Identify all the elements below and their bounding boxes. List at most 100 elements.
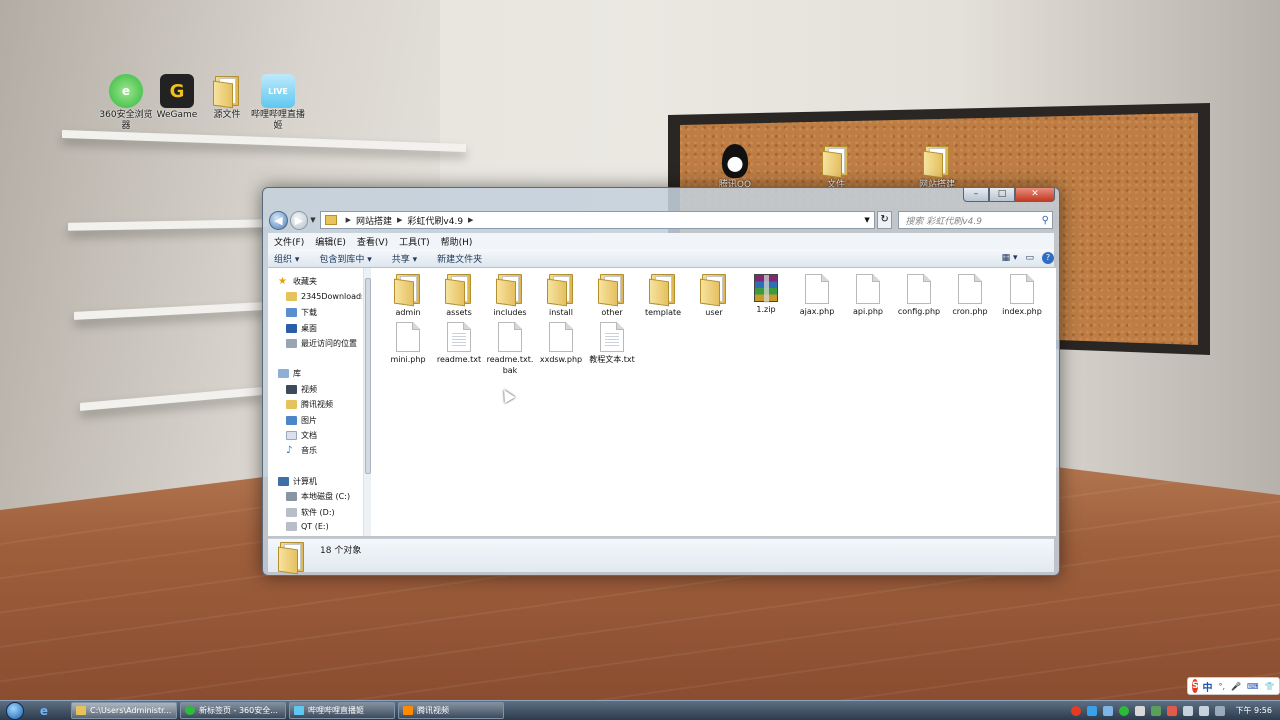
- nav-item-documents[interactable]: 文档: [286, 430, 317, 441]
- nav-item-videos[interactable]: 视频: [286, 384, 317, 395]
- taskbar-item-explorer[interactable]: C:\Users\Administr...: [71, 702, 177, 719]
- desktop-icon-bilibili-live[interactable]: LIVE 哔哩哔哩直播姬: [248, 74, 308, 132]
- file-item[interactable]: readme.txt: [434, 322, 484, 365]
- nav-item-downloads[interactable]: 下载: [286, 307, 317, 318]
- breadcrumb-separator[interactable]: ▶: [468, 216, 473, 224]
- sogou-logo-icon[interactable]: S: [1192, 679, 1199, 693]
- nav-item-music[interactable]: ♪ 音乐: [286, 445, 317, 456]
- recent-pages-dropdown[interactable]: ▼: [310, 216, 315, 224]
- folder-item[interactable]: template: [638, 274, 688, 318]
- taskbar-clock[interactable]: 下午 9:56: [1235, 705, 1272, 716]
- breadcrumb-item[interactable]: 网站搭建: [356, 214, 392, 227]
- menu-help[interactable]: 帮助(H): [441, 235, 473, 248]
- nav-pane-scrollbar[interactable]: [363, 268, 371, 536]
- folder-item[interactable]: assets: [434, 274, 484, 318]
- generic-file-icon: [792, 274, 842, 304]
- music-library-icon: ♪: [286, 445, 293, 456]
- nav-item-desktop[interactable]: 桌面: [286, 323, 317, 334]
- file-item[interactable]: readme.txt.bak: [485, 322, 535, 376]
- breadcrumb-separator[interactable]: ▶: [346, 216, 351, 224]
- nav-item-downloads-2345[interactable]: 2345Downloads: [286, 292, 362, 301]
- network-icon[interactable]: [1183, 705, 1194, 716]
- forward-button[interactable]: ▶: [289, 210, 309, 230]
- ime-voice-icon[interactable]: 🎤: [1231, 682, 1241, 691]
- folder-item[interactable]: admin: [383, 274, 433, 318]
- nav-libraries-header[interactable]: 库: [278, 368, 301, 379]
- nav-item-tencent-video[interactable]: 腾讯视频: [286, 399, 333, 410]
- organize-button[interactable]: 组织 ▾: [274, 252, 299, 265]
- nav-computer-header[interactable]: 计算机: [278, 476, 317, 487]
- ime-language-toggle[interactable]: 中: [1202, 679, 1212, 694]
- system-drive-icon: [286, 492, 297, 501]
- nav-item-pictures[interactable]: 图片: [286, 415, 317, 426]
- folder-item[interactable]: other: [587, 274, 637, 318]
- tray-app-icon[interactable]: [1103, 705, 1114, 716]
- ime-punctuation-icon[interactable]: °,: [1218, 682, 1225, 691]
- taskbar-item-bilibili-live[interactable]: 哔哩哔哩直播姬: [289, 702, 395, 719]
- desktop-icon-file-folder[interactable]: 文件: [806, 144, 866, 191]
- folder-item[interactable]: user: [689, 274, 739, 318]
- menu-file[interactable]: 文件(F): [274, 235, 304, 248]
- folder-icon: [485, 274, 535, 307]
- start-button[interactable]: [0, 701, 30, 720]
- file-item[interactable]: index.php: [997, 274, 1047, 317]
- volume-icon[interactable]: [1199, 705, 1210, 716]
- taskbar-item-label: 哔哩哔哩直播姬: [308, 706, 364, 715]
- nav-item-drive-d[interactable]: 软件 (D:): [286, 507, 335, 518]
- ime-keyboard-icon[interactable]: ⌨: [1247, 682, 1259, 691]
- search-input[interactable]: 搜索 彩虹代刷v4.9 ⚲: [898, 211, 1053, 229]
- help-icon[interactable]: ?: [1042, 252, 1054, 264]
- share-button[interactable]: 共享 ▾: [392, 252, 417, 265]
- file-item[interactable]: 教程文本.txt: [587, 322, 637, 365]
- menu-tools[interactable]: 工具(T): [399, 235, 430, 248]
- view-options-icon[interactable]: ▦ ▾: [1002, 253, 1018, 263]
- include-in-library-button[interactable]: 包含到库中 ▾: [319, 252, 371, 265]
- tray-app-icon[interactable]: [1167, 705, 1178, 716]
- nav-item-recent-places[interactable]: 最近访问的位置: [286, 338, 357, 349]
- file-item[interactable]: xxdsw.php: [536, 322, 586, 365]
- nav-item-drive-c[interactable]: 本地磁盘 (C:): [286, 491, 350, 502]
- tray-app-icon[interactable]: [1215, 705, 1226, 716]
- qq-penguin-icon: [722, 144, 748, 178]
- breadcrumb-separator[interactable]: ▶: [397, 216, 402, 224]
- qq-tray-icon[interactable]: [1087, 705, 1098, 716]
- file-item[interactable]: cron.php: [945, 274, 995, 317]
- drive-icon: [286, 522, 297, 531]
- file-item[interactable]: 1.zip: [741, 274, 791, 315]
- folder-icon: [286, 400, 297, 409]
- menu-view[interactable]: 查看(V): [357, 235, 388, 248]
- minimize-button[interactable]: –: [963, 188, 989, 202]
- folder-item[interactable]: install: [536, 274, 586, 318]
- search-icon[interactable]: ⚲: [1042, 215, 1049, 226]
- folder-item[interactable]: includes: [485, 274, 535, 318]
- nav-item-drive-e[interactable]: QT (E:): [286, 522, 329, 531]
- nav-favorites-header[interactable]: ★ 收藏夹: [278, 276, 317, 287]
- file-item[interactable]: config.php: [894, 274, 944, 317]
- address-bar[interactable]: ▶ 网站搭建 ▶ 彩虹代刷v4.9 ▶ ▼: [319, 211, 875, 229]
- file-item[interactable]: ajax.php: [792, 274, 842, 317]
- folder-icon: [920, 144, 954, 178]
- ime-skin-icon[interactable]: 👕: [1265, 682, 1275, 691]
- new-folder-button[interactable]: 新建文件夹: [437, 252, 482, 265]
- desktop-icon-site-folder[interactable]: 网站搭建: [907, 144, 967, 191]
- preview-pane-icon[interactable]: ▭: [1025, 253, 1034, 263]
- desktop-icon-qq[interactable]: 腾讯QQ: [705, 144, 765, 191]
- file-item[interactable]: api.php: [843, 274, 893, 317]
- file-item[interactable]: mini.php: [383, 322, 433, 365]
- close-button[interactable]: ✕: [1015, 188, 1055, 202]
- maximize-button[interactable]: □: [989, 188, 1015, 202]
- breadcrumb-item[interactable]: 彩虹代刷v4.9: [407, 214, 463, 227]
- nav-label: 计算机: [293, 477, 317, 486]
- tray-app-icon[interactable]: [1135, 705, 1146, 716]
- 360-tray-icon[interactable]: [1119, 705, 1130, 716]
- ime-toolbar[interactable]: S 中 °, 🎤 ⌨ 👕: [1187, 677, 1280, 695]
- tray-app-icon[interactable]: [1151, 705, 1162, 716]
- sogou-tray-icon[interactable]: [1071, 705, 1082, 716]
- menu-edit[interactable]: 编辑(E): [315, 235, 346, 248]
- taskbar-item-360-browser[interactable]: 新标签页 - 360安全...: [180, 702, 286, 719]
- address-dropdown[interactable]: ▼: [864, 216, 869, 224]
- ie-pinned-icon[interactable]: e: [30, 702, 58, 720]
- refresh-button[interactable]: ↻: [876, 211, 893, 229]
- taskbar-item-tencent-video[interactable]: 腾讯视频: [398, 702, 504, 719]
- back-button[interactable]: ◀: [269, 210, 288, 230]
